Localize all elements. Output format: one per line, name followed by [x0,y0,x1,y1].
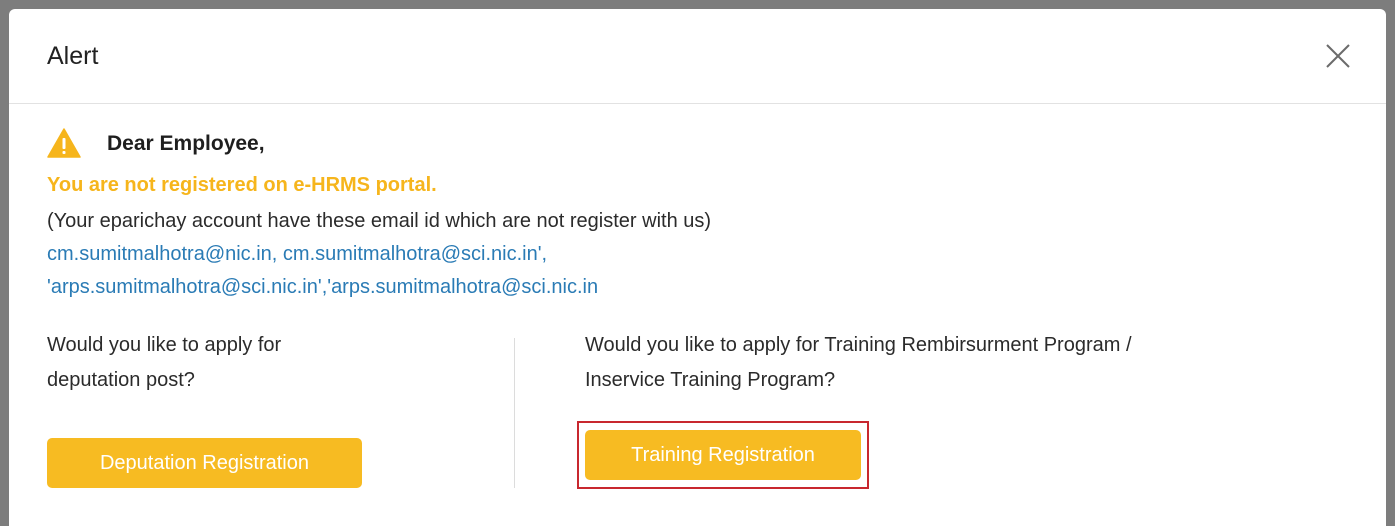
email-list: cm.sumitmalhotra@nic.in, cm.sumitmalhotr… [47,238,1348,304]
training-prompt-line-1: Would you like to apply for Training Rem… [585,334,1132,356]
training-button-highlight: Training Registration [577,421,869,489]
alert-dialog: Alert Dear Employee, You are not registe… [9,9,1386,526]
greeting-row: Dear Employee, [47,128,1348,158]
training-prompt: Would you like to apply for Training Rem… [585,328,1345,398]
registration-options: Would you like to apply for deputation p… [47,328,1348,498]
greeting-text: Dear Employee, [107,132,265,155]
close-icon [1326,44,1350,68]
deputation-registration-button[interactable]: Deputation Registration [47,438,362,488]
training-option: Would you like to apply for Training Rem… [577,328,1345,489]
dialog-header: Alert [9,9,1386,104]
email-line-1: cm.sumitmalhotra@nic.in, cm.sumitmalhotr… [47,243,548,265]
dialog-title: Alert [47,41,99,70]
warning-triangle-icon [47,128,81,158]
deputation-prompt: Would you like to apply for deputation p… [47,328,407,398]
deputation-prompt-line-1: Would you like to apply for [47,334,282,356]
email-line-2: 'arps.sumitmalhotra@sci.nic.in','arps.su… [47,276,599,298]
explanation-text: (Your eparichay account have these email… [47,210,712,232]
dialog-body: Dear Employee, You are not registered on… [9,128,1386,304]
deputation-prompt-line-2: deputation post? [47,369,195,391]
close-button[interactable] [1320,38,1356,74]
deputation-option: Would you like to apply for deputation p… [47,328,407,488]
training-registration-button[interactable]: Training Registration [585,430,861,480]
option-divider [514,338,515,488]
not-registered-message: You are not registered on e-HRMS portal. [47,174,437,196]
training-prompt-line-2: Inservice Training Program? [585,369,836,391]
